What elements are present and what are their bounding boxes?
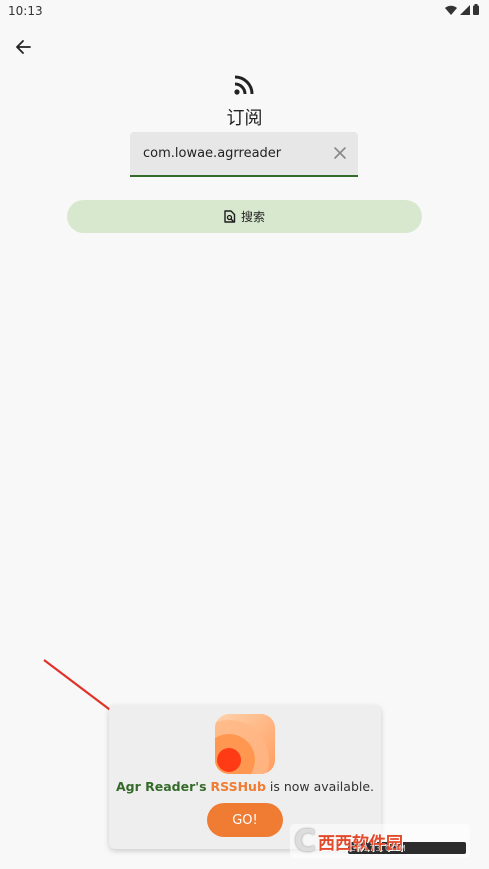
search-button-label: 搜索 [240, 210, 265, 224]
watermark-sub-text: CR173.COM [350, 844, 407, 853]
back-button[interactable] [10, 34, 36, 60]
watermark-logo-icon: C [294, 823, 317, 859]
arrow-left-icon [16, 40, 31, 54]
search-button[interactable]: 搜索 [67, 200, 422, 233]
status-time: 10:13 [8, 4, 43, 18]
wifi-icon [445, 5, 457, 15]
signal-icon [460, 4, 470, 15]
toast-app-name: Agr Reader's [115, 779, 207, 794]
rsshub-logo [215, 714, 275, 774]
status-icons [445, 4, 479, 15]
go-button[interactable]: GO! [207, 803, 283, 837]
toast-message: Agr Reader's RSSHub is now available. [109, 779, 381, 794]
battery-icon [473, 4, 479, 15]
rsshub-logo-icon [215, 720, 269, 774]
status-bar: 10:13 [0, 0, 489, 24]
page-title: 订阅 [226, 108, 263, 129]
close-icon[interactable] [332, 145, 348, 161]
toast-available-text: is now available. [269, 779, 375, 794]
package-input[interactable] [143, 132, 323, 175]
search-doc-icon [224, 210, 236, 223]
package-input-field[interactable] [130, 132, 358, 177]
rss-icon [234, 75, 254, 95]
toast-rsshub-name: RSSHub [210, 779, 266, 794]
watermark: C 西西软件园 CR173.COM [290, 823, 470, 859]
